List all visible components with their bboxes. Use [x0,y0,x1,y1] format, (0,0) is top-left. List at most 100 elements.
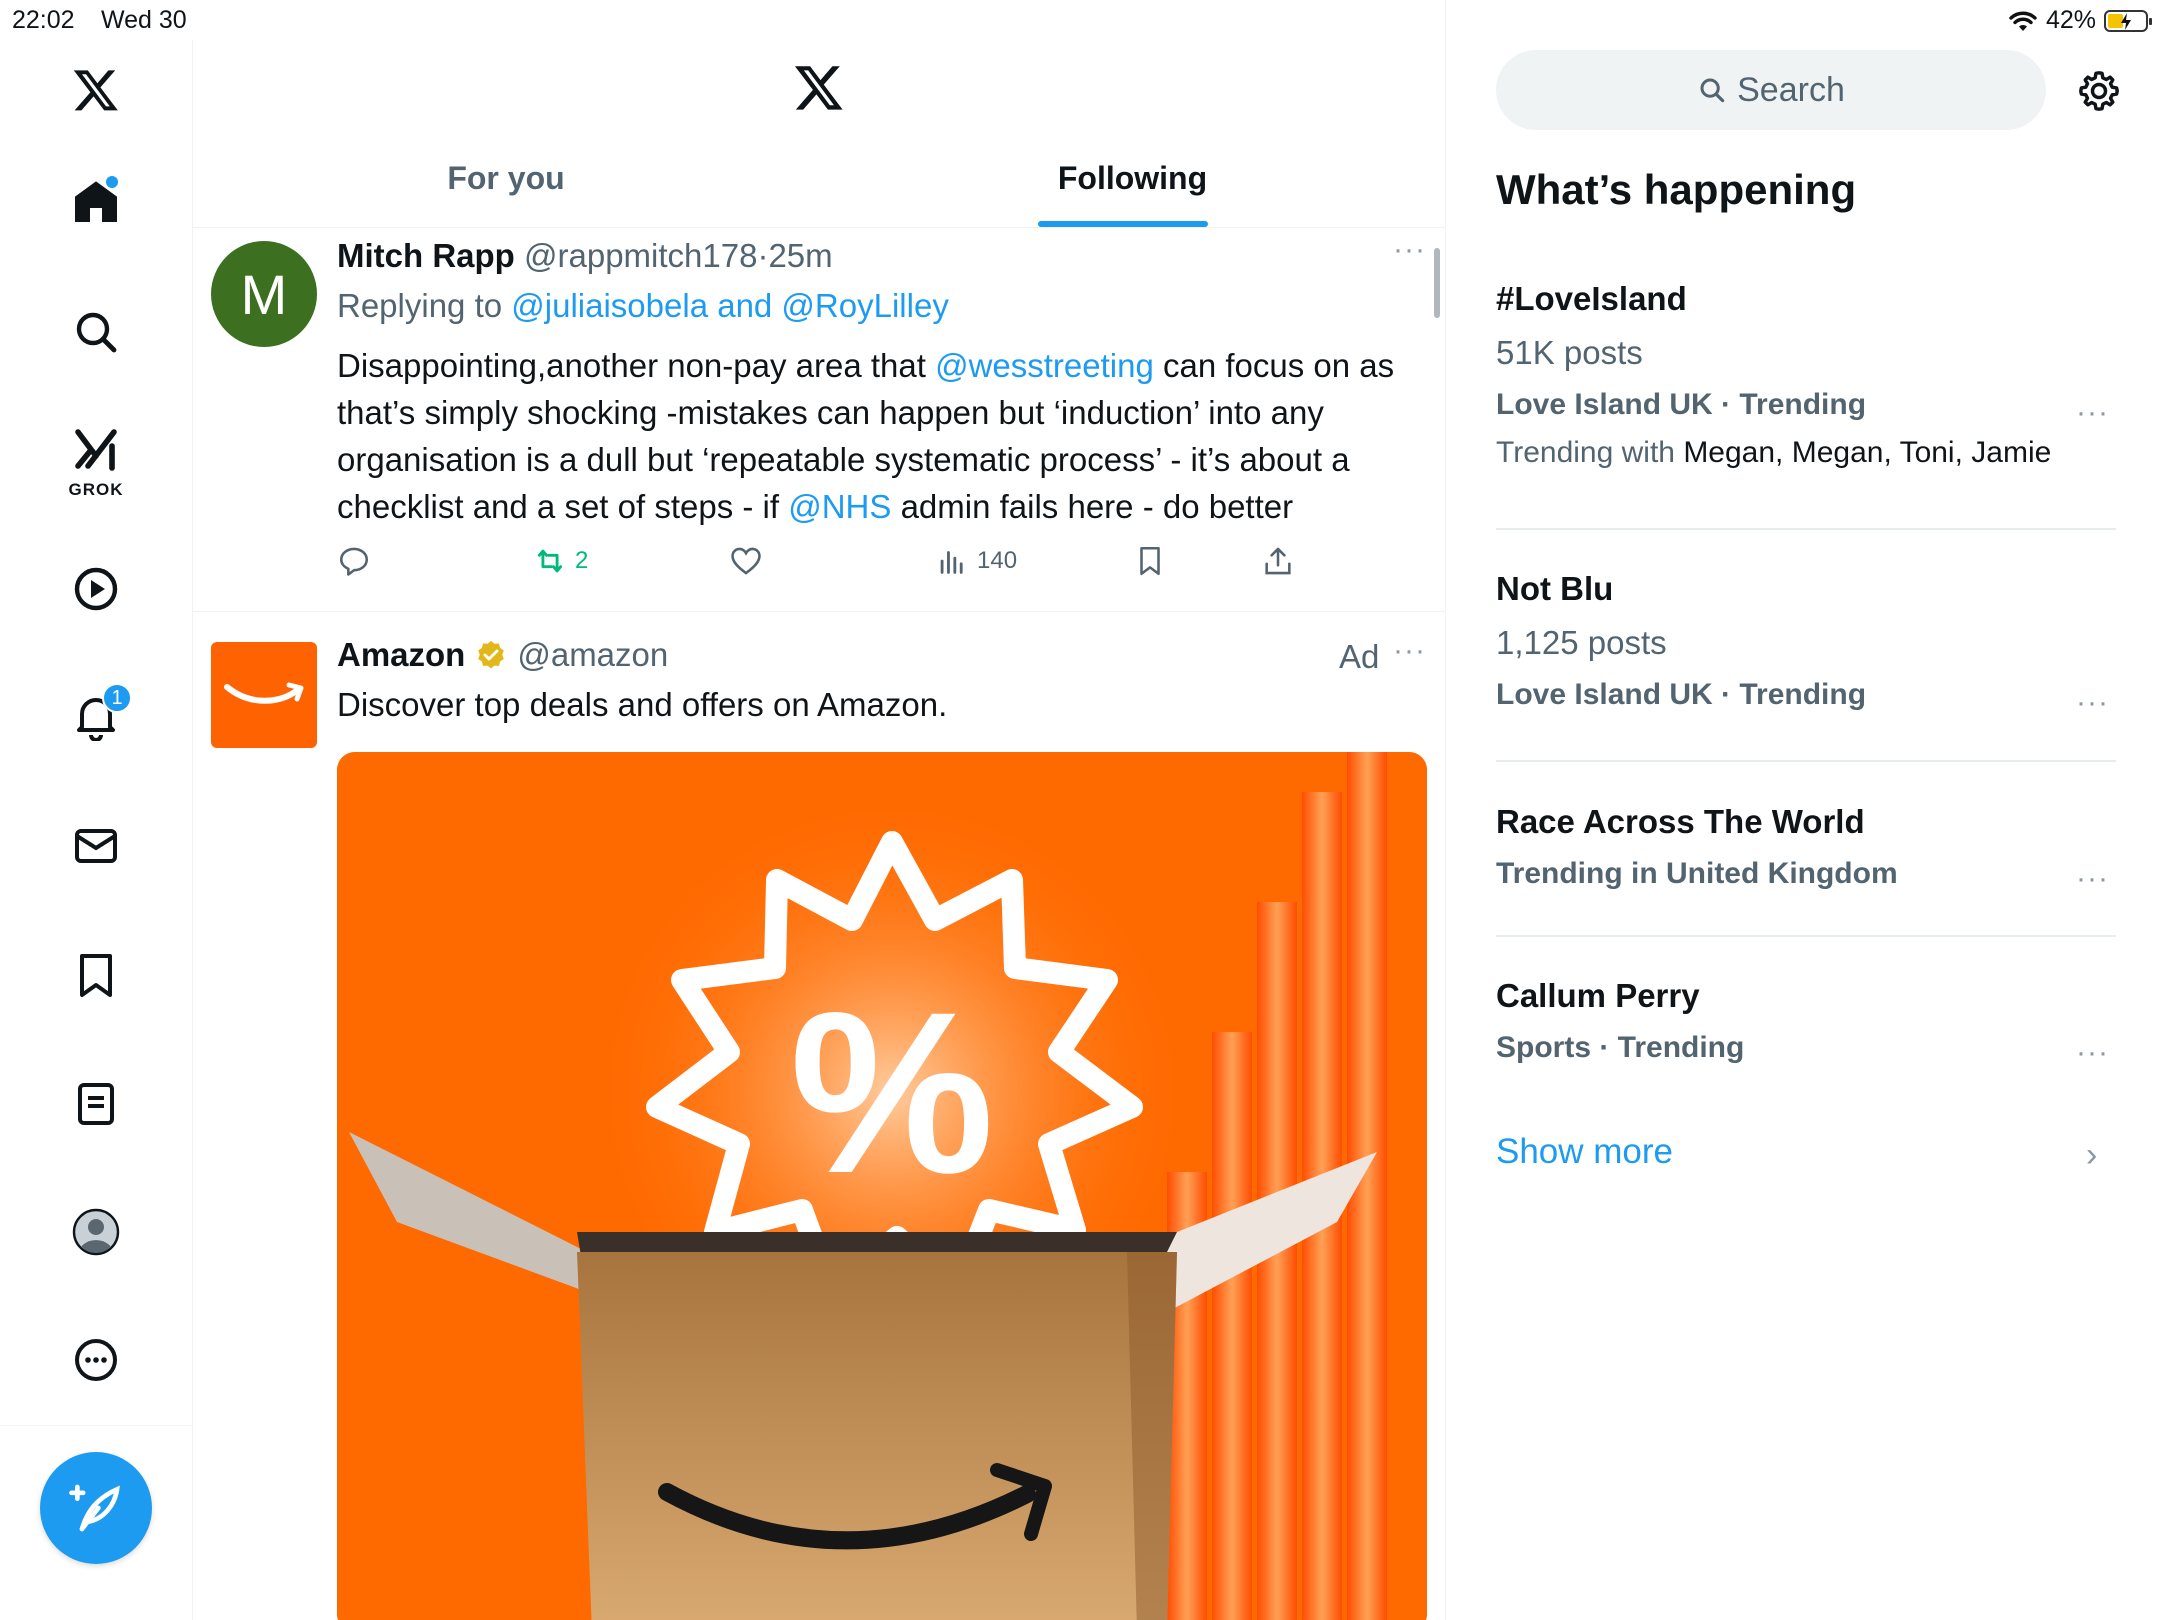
x-logo-icon[interactable] [66,60,126,120]
trend-post-count: 1,125 posts [1496,624,1667,661]
analytics-icon [940,551,963,574]
trend-related: Trending with Megan, Megan, Toni, Jamie [1496,436,2116,470]
post-header: Mitch Rapp @rappmitch178·25m [337,237,833,275]
author-handle[interactable]: @amazon [517,636,668,674]
tab-following[interactable]: Following [819,160,1445,197]
home-unread-dot [106,176,118,188]
mention-link[interactable]: @NHS [788,488,891,525]
trend-name: Callum Perry [1496,977,1700,1014]
trend-related-names: Megan, Megan, Toni, Jamie [1683,436,2052,469]
trend-more-icon[interactable]: ··· [2076,862,2109,896]
post-text-part: admin fails here - do better [891,488,1294,525]
post-item[interactable]: M Mitch Rapp @rappmitch178·25m ··· Reply… [193,229,1445,612]
ad-image[interactable]: % [337,752,1427,1620]
active-tab-indicator [1038,221,1208,227]
bookmarks-icon[interactable] [66,945,126,1005]
nav-divider [0,1425,193,1426]
grok-icon[interactable] [66,420,126,480]
trend-related-label: Trending with [1496,436,1684,469]
ad-label: Ad [1339,638,1380,675]
trend-item[interactable]: Not Blu 1,125 posts Love Island UK · Tre… [1496,570,2116,712]
reply-button[interactable] [337,544,371,578]
post-text-part: Disappointing,another non-pay area that [337,347,936,384]
retweet-count: 2 [575,547,589,574]
bookmark-icon [1140,546,1160,576]
trend-item[interactable]: Callum Perry Sports · Trending [1496,977,2116,1065]
trend-context: Trending in United Kingdom [1496,857,1898,890]
trend-context: Love Island UK · Trending [1496,678,1867,711]
views-button[interactable]: 140 [935,544,1017,578]
author-name[interactable]: Mitch Rapp [337,237,515,274]
x-logo-icon[interactable] [793,62,845,119]
separator: · [757,237,769,274]
views-count: 140 [977,547,1018,574]
replying-to: Replying to @juliaisobela and @RoyLilley [337,287,949,325]
trend-item[interactable]: Race Across The World Trending in United… [1496,803,2116,891]
trend-name: #LoveIsland [1496,280,1687,317]
whats-happening-heading: What’s happening [1496,166,1857,213]
post-text: Disappointing,another non-pay area that … [337,342,1427,530]
video-play-icon[interactable] [66,559,126,619]
scrollbar-thumb[interactable] [1434,248,1440,318]
replying-mentions[interactable]: @juliaisobela and @RoyLilley [511,287,949,324]
more-options-icon[interactable] [66,1330,126,1390]
trend-item[interactable]: #LoveIsland 51K posts Love Island UK · T… [1496,280,2116,470]
post-more-icon[interactable]: ··· [1393,634,1426,668]
like-button[interactable] [729,544,763,578]
compose-feather-icon [69,1484,120,1532]
share-icon [1265,547,1291,575]
right-sidebar: Search What’s happening #LoveIsland 51K … [1446,0,2160,1620]
post-text: Discover top deals and offers on Amazon. [337,686,948,723]
trend-more-icon[interactable]: ··· [2076,396,2109,430]
search-icon [1700,78,1725,103]
explore-search-icon[interactable] [66,302,126,362]
author-handle[interactable]: @rappmitch178 [524,237,757,274]
verified-badge-icon [478,641,505,669]
amazon-logo-avatar[interactable] [211,642,317,748]
search-input[interactable]: Search [1496,50,2046,130]
trend-more-icon[interactable]: ··· [2076,1036,2109,1070]
mention-link[interactable]: @wesstreeting [935,347,1154,384]
post-actions: 2 140 [337,544,1337,594]
tab-for-you[interactable]: For you [193,160,819,197]
notifications-badge: 1 [102,683,132,713]
status-time: 22:02 [12,6,75,34]
home-icon[interactable] [66,172,126,232]
post-more-icon[interactable]: ··· [1393,233,1426,267]
trend-post-count: 51K posts [1496,334,1643,371]
trend-name: Not Blu [1496,570,1614,607]
settings-gear-icon[interactable] [2076,68,2122,119]
post-time[interactable]: 25m [768,237,832,274]
trend-more-icon[interactable]: ··· [2076,686,2109,720]
author-name[interactable]: Amazon [337,636,465,674]
compose-post-button[interactable] [40,1452,152,1564]
trend-context: Love Island UK · Trending [1496,388,1867,421]
left-navigation: GROK 1 [0,40,193,1620]
retweet-icon [537,549,563,573]
bookmark-button[interactable] [1133,544,1167,578]
reply-icon [339,547,369,576]
profile-avatar-icon[interactable] [66,1202,126,1262]
post-header: Amazon @amazon [337,636,668,674]
notifications-bell-icon[interactable]: 1 [66,683,132,747]
search-placeholder: Search [1737,70,1845,109]
main-timeline: For you Following M Mitch Rapp @rappmitc… [193,0,1446,1620]
messages-envelope-icon[interactable] [66,816,126,876]
retweet-button[interactable]: 2 [533,544,588,578]
show-more-link[interactable]: Show more [1496,1132,1673,1172]
replying-prefix: Replying to [337,287,512,324]
share-button[interactable] [1261,544,1295,578]
heart-icon [731,547,761,575]
discount-symbol: % [790,964,995,1221]
avatar[interactable]: M [211,241,317,347]
trend-divider [1496,760,2116,762]
chevron-right-icon[interactable]: › [2086,1136,2097,1175]
lists-icon[interactable] [66,1074,126,1134]
trend-context: Sports · Trending [1496,1031,1745,1064]
promoted-post[interactable]: Amazon @amazon Ad ··· Discover top deals… [193,612,1445,1620]
trend-name: Race Across The World [1496,803,1865,840]
trend-divider [1496,528,2116,530]
grok-label: GROK [68,480,124,499]
trend-divider [1496,935,2116,937]
timeline-header: For you Following [193,0,1445,228]
